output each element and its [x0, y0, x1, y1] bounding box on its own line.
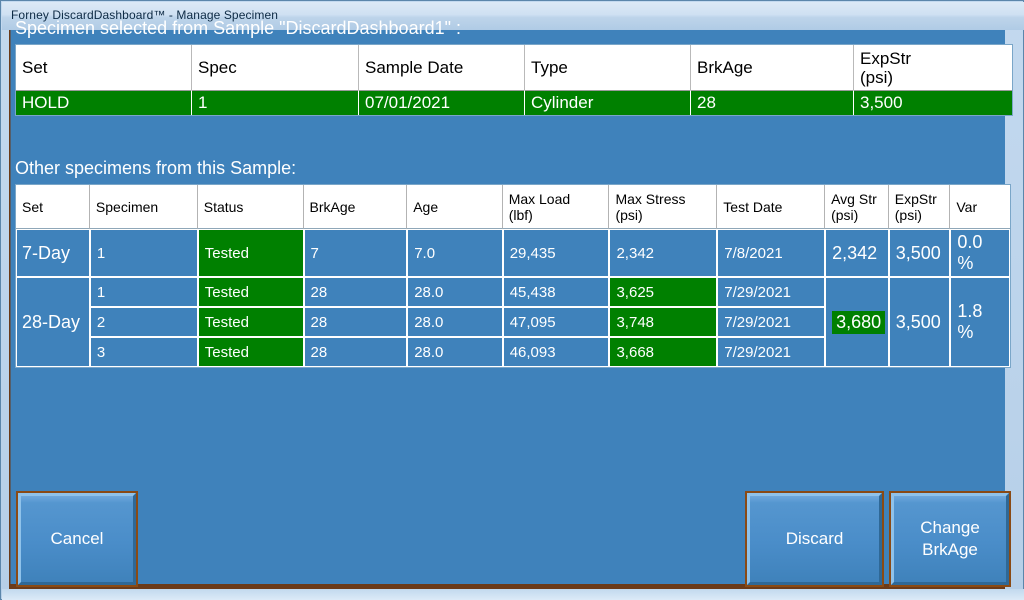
selected-specimen-table: Set Spec Sample Date Type BrkAge ExpStr …: [15, 44, 1013, 116]
table-row[interactable]: 7-Day 1 Tested 7 7.0 29,435 2,342 7/8/2021 2,342…: [16, 229, 1010, 277]
cell-brkage: 28: [303, 307, 408, 337]
cell-test-date: 7/8/2021: [717, 229, 826, 277]
col-header-var: Var: [950, 185, 1010, 229]
col-header-max-stress: Max Stress (psi): [609, 185, 718, 229]
cell-set: 28-Day: [16, 277, 90, 367]
table-row[interactable]: 28-Day 1 Tested 28 28.0 45,438 3,625 7/29/2021 3…: [16, 277, 1010, 367]
cell-status: Tested: [197, 229, 304, 277]
table-header-row: Set Spec Sample Date Type BrkAge ExpStr …: [16, 45, 1012, 90]
col-header-set: Set: [16, 45, 192, 90]
cell-expstr: 3,500: [854, 90, 1012, 115]
other-specimens-heading: Other specimens from this Sample:: [15, 158, 297, 178]
cell-age: 28.0: [407, 277, 503, 307]
col-header-test-date: Test Date: [717, 185, 826, 229]
change-brkage-button[interactable]: Change BrkAge: [889, 491, 1011, 587]
col-header-status: Status: [197, 185, 304, 229]
table-header-row: Set Specimen Status BrkAge Age Max Load …: [16, 185, 1010, 229]
cell-brkage: 28: [691, 90, 854, 115]
frame-bottom-strip: [2, 589, 1024, 600]
other-specimens-table: Set Specimen Status BrkAge Age Max Load …: [15, 184, 1011, 368]
cell-max-load: 45,438: [502, 277, 610, 307]
cell-status: Tested: [197, 337, 304, 367]
cell-var: 1.8 %: [950, 277, 1010, 367]
cell-test-date: 7/29/2021: [717, 337, 826, 367]
cell-brkage: 28: [303, 337, 408, 367]
cell-max-stress: 3,625: [609, 277, 718, 307]
cell-avg-str: 3,680: [825, 277, 889, 367]
cell-age: 7.0: [407, 229, 503, 277]
col-header-type: Type: [525, 45, 691, 90]
cell-specimen: 3: [89, 337, 198, 367]
cell-exp-str: 3,500: [888, 229, 951, 277]
cell-set: 7-Day: [16, 229, 90, 277]
cell-max-load: 46,093: [502, 337, 610, 367]
cell-status: Tested: [197, 277, 304, 307]
col-header-avg-str: Avg Str (psi): [825, 185, 889, 229]
col-header-sample-date: Sample Date: [359, 45, 525, 90]
cell-type: Cylinder: [525, 90, 691, 115]
avg-str-highlight: 3,680: [832, 310, 886, 334]
col-header-expstr: ExpStr (psi): [888, 185, 951, 229]
cell-set: HOLD: [16, 90, 192, 115]
table-row[interactable]: HOLD 1 07/01/2021 Cylinder 28 3,500: [16, 90, 1012, 115]
cell-age: 28.0: [407, 337, 503, 367]
cell-age: 28.0: [407, 307, 503, 337]
cell-brkage: 7: [303, 229, 408, 277]
col-header-max-load: Max Load (lbf): [502, 185, 610, 229]
cell-avg-str: 2,342: [825, 229, 889, 277]
col-header-set: Set: [16, 185, 90, 229]
cell-specimen: 1: [89, 277, 198, 307]
col-header-spec: Spec: [192, 45, 359, 90]
cell-exp-str: 3,500: [888, 277, 951, 367]
cell-status: Tested: [197, 307, 304, 337]
cell-max-stress: 2,342: [609, 229, 718, 277]
cell-var: 0.0 %: [950, 229, 1010, 277]
cell-max-stress: 3,748: [609, 307, 718, 337]
cell-spec: 1: [192, 90, 359, 115]
frame-left-bevel: [9, 30, 13, 589]
col-header-age: Age: [407, 185, 503, 229]
cell-specimen: 2: [89, 307, 198, 337]
cell-max-load: 29,435: [502, 229, 610, 277]
col-header-brkage: BrkAge: [691, 45, 854, 90]
discard-button[interactable]: Discard: [745, 491, 884, 587]
cell-max-stress: 3,668: [609, 337, 718, 367]
manage-specimen-window: Forney DiscardDashboard™ - Manage Specim…: [0, 0, 1024, 600]
cell-test-date: 7/29/2021: [717, 277, 826, 307]
col-header-specimen: Specimen: [89, 185, 198, 229]
cancel-button[interactable]: Cancel: [16, 491, 138, 587]
cell-sample-date: 07/01/2021: [359, 90, 525, 115]
cell-test-date: 7/29/2021: [717, 307, 826, 337]
selected-specimen-heading: Specimen selected from Sample "DiscardDa…: [15, 18, 461, 38]
col-header-expstr: ExpStr (psi): [854, 45, 1012, 90]
cell-max-load: 47,095: [502, 307, 610, 337]
col-header-brkage: BrkAge: [303, 185, 408, 229]
cell-brkage: 28: [303, 277, 408, 307]
cell-specimen: 1: [89, 229, 198, 277]
